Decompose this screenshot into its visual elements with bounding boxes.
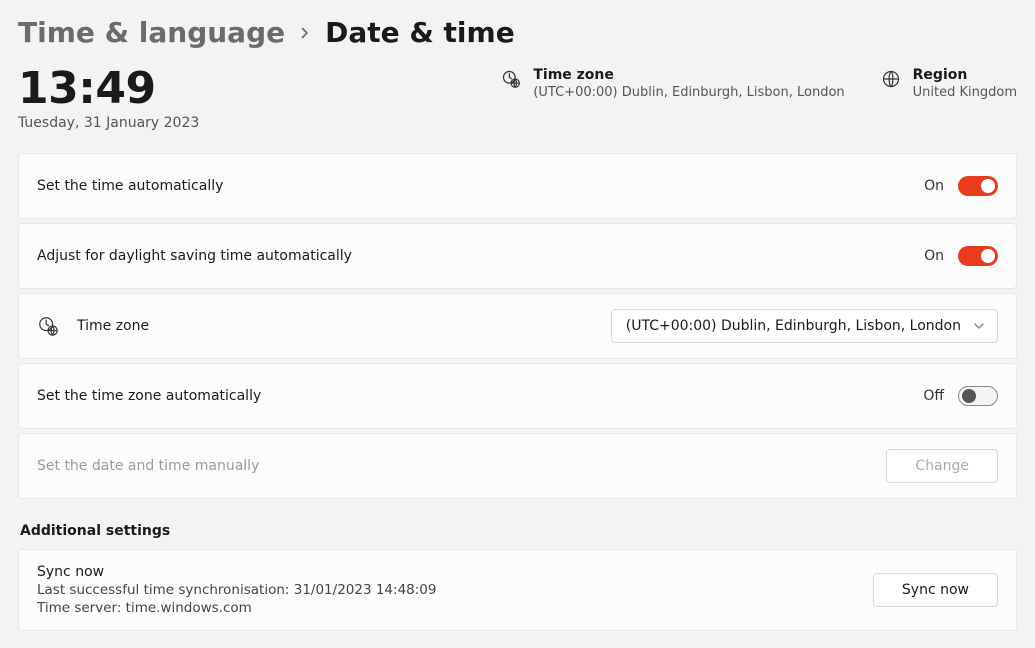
row-set-time-automatically: Set the time automatically On <box>18 153 1017 219</box>
row-set-manually: Set the date and time manually Change <box>18 433 1017 499</box>
toggle-state-text: On <box>924 178 944 194</box>
row-label: Set the time automatically <box>37 178 223 194</box>
globe-icon <box>881 69 901 89</box>
row-label: Time zone <box>77 318 149 334</box>
toggle-state-text: Off <box>923 388 944 404</box>
region-summary: Region United Kingdom <box>881 67 1017 100</box>
current-time: 13:49 <box>18 67 199 111</box>
row-sync-now: Sync now Last successful time synchronis… <box>18 549 1017 631</box>
sync-last: Last successful time synchronisation: 31… <box>37 582 436 598</box>
timezone-select[interactable]: (UTC+00:00) Dublin, Edinburgh, Lisbon, L… <box>611 309 998 343</box>
dst-auto-toggle[interactable] <box>958 246 998 266</box>
clock-globe-icon <box>37 315 59 337</box>
page-title: Date & time <box>325 16 515 49</box>
timezone-summary-label: Time zone <box>533 67 844 83</box>
additional-settings-header: Additional settings <box>20 523 1017 539</box>
chevron-down-icon <box>973 320 985 332</box>
breadcrumb: Time & language Date & time <box>18 16 1017 49</box>
row-set-timezone-automatically: Set the time zone automatically Off <box>18 363 1017 429</box>
toggle-state-text: On <box>924 248 944 264</box>
current-date: Tuesday, 31 January 2023 <box>18 115 199 131</box>
timezone-summary-value: (UTC+00:00) Dublin, Edinburgh, Lisbon, L… <box>533 85 844 100</box>
row-time-zone: Time zone (UTC+00:00) Dublin, Edinburgh,… <box>18 293 1017 359</box>
sync-now-button[interactable]: Sync now <box>873 573 998 607</box>
change-button[interactable]: Change <box>886 449 998 483</box>
row-label: Set the date and time manually <box>37 458 259 474</box>
sync-server: Time server: time.windows.com <box>37 600 436 616</box>
sync-title: Sync now <box>37 564 436 580</box>
summary-row: 13:49 Tuesday, 31 January 2023 Time zone… <box>18 67 1017 131</box>
chevron-right-icon <box>299 27 311 39</box>
clock-globe-icon <box>501 69 521 89</box>
region-summary-label: Region <box>913 67 1017 83</box>
row-label: Adjust for daylight saving time automati… <box>37 248 352 264</box>
breadcrumb-parent[interactable]: Time & language <box>18 16 285 49</box>
timezone-select-value: (UTC+00:00) Dublin, Edinburgh, Lisbon, L… <box>626 318 961 334</box>
timezone-auto-toggle[interactable] <box>958 386 998 406</box>
timezone-summary: Time zone (UTC+00:00) Dublin, Edinburgh,… <box>501 67 844 100</box>
set-time-auto-toggle[interactable] <box>958 176 998 196</box>
region-summary-value: United Kingdom <box>913 85 1017 100</box>
row-dst-automatically: Adjust for daylight saving time automati… <box>18 223 1017 289</box>
row-label: Set the time zone automatically <box>37 388 261 404</box>
